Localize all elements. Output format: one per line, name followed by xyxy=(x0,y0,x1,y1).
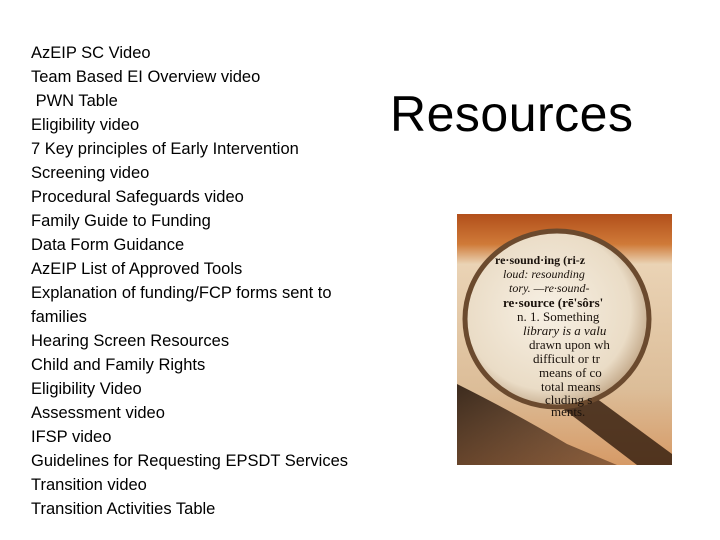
resource-item[interactable]: Transition video xyxy=(31,473,376,497)
resource-item[interactable]: Transition Activities Table xyxy=(31,497,376,521)
svg-text:re·source (rē'sôrs': re·source (rē'sôrs' xyxy=(503,295,603,310)
resource-item[interactable]: Team Based EI Overview video xyxy=(31,65,376,89)
svg-text:library is a valu: library is a valu xyxy=(523,323,607,338)
resource-list: AzEIP SC Video Team Based EI Overview vi… xyxy=(31,41,376,521)
svg-text:n. 1. Something: n. 1. Something xyxy=(517,309,600,324)
slide-title: Resources xyxy=(390,86,634,142)
svg-text:tory. —re·sound-: tory. —re·sound- xyxy=(509,281,590,295)
resource-item[interactable]: 7 Key principles of Early Intervention xyxy=(31,137,376,161)
resource-item[interactable]: Guidelines for Requesting EPSDT Services xyxy=(31,449,376,473)
svg-text:means of co: means of co xyxy=(539,365,602,380)
svg-text:re·sound·ing (ri-z: re·sound·ing (ri-z xyxy=(495,253,586,267)
resource-item[interactable]: Eligibility video xyxy=(31,113,376,137)
resource-item[interactable]: AzEIP List of Approved Tools xyxy=(31,257,376,281)
resource-item[interactable]: Assessment video xyxy=(31,401,376,425)
svg-text:loud: resounding: loud: resounding xyxy=(503,267,585,281)
resource-item[interactable]: Family Guide to Funding xyxy=(31,209,376,233)
resource-item[interactable]: AzEIP SC Video xyxy=(31,41,376,65)
svg-text:ments.: ments. xyxy=(551,404,585,419)
resource-item[interactable]: Data Form Guidance xyxy=(31,233,376,257)
resource-item[interactable]: Child and Family Rights xyxy=(31,353,376,377)
svg-text:drawn upon wh: drawn upon wh xyxy=(529,337,610,352)
resource-item[interactable]: Explanation of funding/FCP forms sent to… xyxy=(31,281,376,329)
resource-item[interactable]: Screening video xyxy=(31,161,376,185)
resource-item[interactable]: Hearing Screen Resources xyxy=(31,329,376,353)
resource-item[interactable]: PWN Table xyxy=(31,89,376,113)
resource-item[interactable]: Eligibility Video xyxy=(31,377,376,401)
svg-text:difficult or tr: difficult or tr xyxy=(533,351,601,366)
resource-item[interactable]: IFSP video xyxy=(31,425,376,449)
magnifying-glass-photo: re·sound·ing (ri-z loud: resounding tory… xyxy=(457,214,672,465)
magnifying-glass-icon: re·sound·ing (ri-z loud: resounding tory… xyxy=(457,214,672,465)
resource-item[interactable]: Procedural Safeguards video xyxy=(31,185,376,209)
